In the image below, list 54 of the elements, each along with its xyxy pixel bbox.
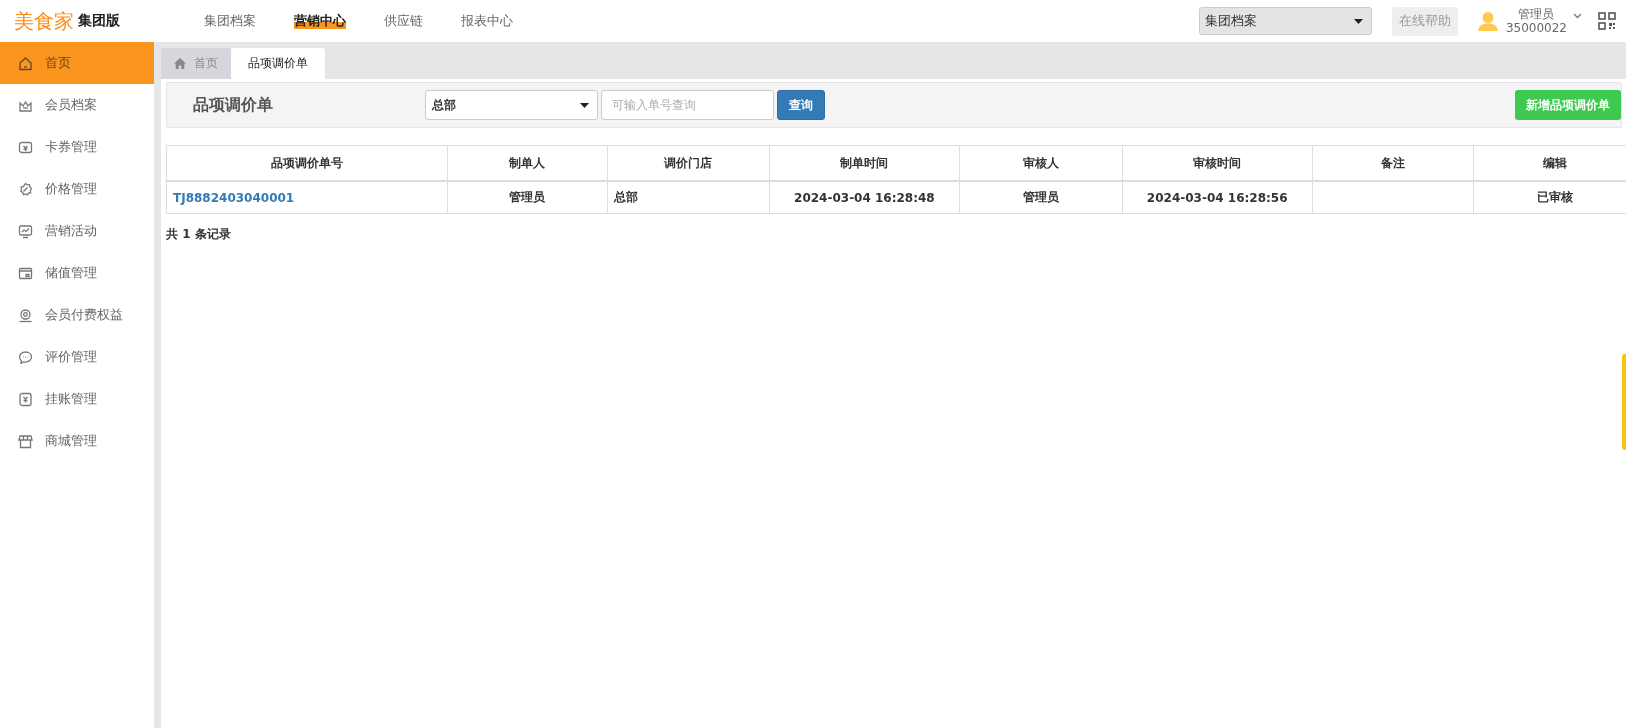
nav-item[interactable]: 集团档案 bbox=[204, 13, 256, 29]
column-header: 制单时间 bbox=[769, 145, 960, 181]
sidebar-item[interactable]: 商城管理 bbox=[0, 420, 154, 462]
edition-label: 集团版 bbox=[78, 12, 120, 30]
column-header: 编辑 bbox=[1473, 145, 1626, 181]
sidebar-item[interactable]: 会员付费权益 bbox=[0, 294, 154, 336]
column-header: 品项调价单号 bbox=[166, 145, 448, 181]
page-title: 品项调价单 bbox=[193, 94, 274, 116]
side-panel-handle[interactable] bbox=[1622, 354, 1626, 450]
menu-icon bbox=[18, 55, 33, 71]
store-select[interactable]: 总部 bbox=[425, 90, 598, 120]
menu-icon bbox=[18, 433, 33, 449]
user-name: 管理员 bbox=[1518, 7, 1555, 21]
table-cell: 总部 bbox=[607, 181, 770, 214]
table-cell: 管理员 bbox=[959, 181, 1122, 214]
menu-icon bbox=[18, 307, 33, 323]
menu-icon bbox=[18, 223, 33, 239]
user-avatar-icon bbox=[1477, 11, 1498, 31]
home-icon bbox=[174, 58, 186, 69]
search-field[interactable]: 可输入单号查询 bbox=[601, 90, 774, 120]
column-header: 审核人 bbox=[959, 145, 1122, 181]
menu-icon bbox=[18, 265, 33, 281]
menu-icon bbox=[18, 391, 33, 407]
search-button[interactable]: 查询 bbox=[777, 90, 825, 120]
sidebar-item[interactable]: 挂账管理 bbox=[0, 378, 154, 420]
record-count: 共 1 条记录 bbox=[166, 226, 232, 243]
column-header: 审核时间 bbox=[1122, 145, 1313, 181]
menu-icon bbox=[18, 139, 33, 155]
page-tab[interactable]: 品项调价单 bbox=[231, 48, 325, 79]
column-header: 制单人 bbox=[447, 145, 608, 181]
column-header: 调价门店 bbox=[607, 145, 770, 181]
sidebar-item[interactable]: 会员档案 bbox=[0, 84, 154, 126]
sidebar-item[interactable]: 卡券管理 bbox=[0, 126, 154, 168]
qr-code-icon[interactable] bbox=[1598, 12, 1616, 30]
table-cell: 2024-03-04 16:28:48 bbox=[769, 181, 960, 214]
sidebar-item[interactable]: 首页 bbox=[0, 42, 154, 84]
chevron-down-icon bbox=[1573, 13, 1582, 19]
sidebar-item[interactable]: 评价管理 bbox=[0, 336, 154, 378]
org-select[interactable]: 集团档案 bbox=[1198, 7, 1372, 35]
sidebar-item[interactable]: 储值管理 bbox=[0, 252, 154, 294]
column-header: 备注 bbox=[1312, 145, 1474, 181]
nav-item[interactable]: 供应链 bbox=[384, 13, 423, 29]
menu-icon bbox=[18, 181, 33, 197]
caret-icon bbox=[580, 102, 589, 108]
table-cell: 管理员 bbox=[447, 181, 608, 214]
table-cell: 2024-03-04 16:28:56 bbox=[1122, 181, 1313, 214]
order-link[interactable]: TJ8882403040001 bbox=[173, 190, 295, 205]
logo-text: 美食家 bbox=[14, 7, 74, 35]
sidebar-item[interactable]: 营销活动 bbox=[0, 210, 154, 252]
nav-item[interactable]: 报表中心 bbox=[461, 13, 513, 29]
user-id: 35000022 bbox=[1505, 21, 1567, 35]
caret-icon bbox=[1353, 18, 1363, 24]
sidebar-item[interactable]: 价格管理 bbox=[0, 168, 154, 210]
menu-icon bbox=[18, 349, 33, 365]
